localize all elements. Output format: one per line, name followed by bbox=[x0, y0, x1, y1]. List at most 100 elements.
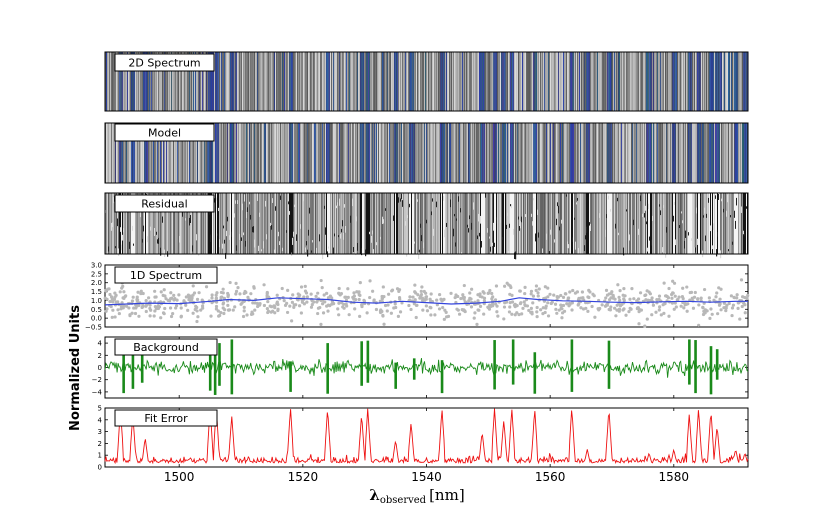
spectrum-point bbox=[315, 300, 319, 304]
spectrum-point bbox=[122, 296, 126, 300]
spectrum-point bbox=[210, 293, 214, 297]
background-spike bbox=[694, 340, 697, 394]
spectrum-point bbox=[482, 296, 487, 300]
spectrum-point bbox=[632, 297, 636, 301]
x-axis-label: λobserved [nm] bbox=[369, 486, 464, 506]
spectrum-point bbox=[510, 293, 514, 298]
spectrum-point bbox=[184, 295, 188, 299]
spectrum-point bbox=[462, 283, 466, 288]
spectrum-point bbox=[461, 295, 465, 300]
spectrum-point bbox=[637, 322, 641, 326]
spectrum-point bbox=[379, 308, 383, 312]
spectrum-point bbox=[437, 307, 442, 311]
spectrum-point bbox=[611, 295, 615, 299]
spectrum-point bbox=[319, 278, 323, 283]
spectrum-point bbox=[541, 306, 545, 310]
spectrum-point bbox=[570, 308, 574, 312]
y-tick-label: 4 bbox=[98, 416, 103, 424]
spectrum-point bbox=[297, 304, 302, 308]
spectrum-point bbox=[360, 303, 364, 307]
spectrum-point bbox=[153, 289, 157, 293]
spectrum-point bbox=[510, 312, 514, 316]
spectrum-point bbox=[291, 293, 295, 297]
spectrum-point bbox=[616, 283, 620, 287]
spectrum-point bbox=[580, 290, 585, 294]
spectrum-point bbox=[424, 304, 428, 308]
spectrum-point bbox=[355, 290, 359, 294]
spectrum-point bbox=[290, 319, 294, 323]
label-model: Model bbox=[148, 127, 181, 140]
spectrum-point bbox=[226, 294, 230, 298]
label-box-2d-spectrum: 2D Spectrum bbox=[114, 53, 215, 72]
spectrum-point bbox=[609, 305, 613, 309]
spectrum-point bbox=[341, 305, 345, 309]
spectrum-point bbox=[179, 306, 183, 310]
background-spike bbox=[326, 343, 329, 394]
x-axis-label-unit: [nm] bbox=[429, 486, 465, 504]
spectrum-point bbox=[314, 294, 318, 298]
background-spike bbox=[688, 339, 691, 385]
spectrum-point bbox=[600, 303, 604, 307]
spectrum-point bbox=[429, 306, 433, 310]
spectrum-point bbox=[159, 290, 163, 294]
spectrum-point bbox=[429, 292, 433, 296]
spectrum-point bbox=[648, 292, 652, 296]
spectrum-point bbox=[414, 315, 418, 320]
spectrum-point bbox=[562, 309, 567, 313]
spectrum-point bbox=[482, 312, 486, 316]
spectrum-point bbox=[697, 323, 701, 327]
spectrum-point bbox=[419, 289, 423, 293]
spectrum-point bbox=[472, 316, 476, 320]
spectrum-point bbox=[576, 303, 580, 307]
spectrum-point bbox=[268, 304, 272, 308]
spectrum-point bbox=[442, 317, 446, 321]
spectrum-point bbox=[222, 311, 226, 316]
spectrum-point bbox=[372, 298, 376, 302]
spectrum-point bbox=[210, 296, 214, 300]
spectrum-point bbox=[491, 295, 495, 299]
spectrum-point bbox=[515, 311, 519, 315]
spectrum-point bbox=[337, 301, 341, 305]
spectrum-point bbox=[113, 291, 117, 295]
spectrum-point bbox=[685, 285, 689, 289]
spectrum-point bbox=[189, 294, 193, 298]
spectrum-point bbox=[419, 292, 424, 297]
spectrum-point bbox=[234, 289, 239, 294]
spectrum-point bbox=[413, 290, 417, 294]
spectrum-point bbox=[478, 294, 482, 298]
spectrum-point bbox=[702, 309, 706, 313]
spectrum-point bbox=[727, 301, 731, 306]
spectrum-point bbox=[564, 292, 568, 296]
spectrum-point bbox=[174, 304, 179, 308]
spectrum-point bbox=[153, 309, 157, 313]
spectrum-point bbox=[522, 300, 526, 304]
spectrum-point bbox=[714, 295, 718, 299]
spectrum-point bbox=[709, 307, 713, 311]
spectrum-point bbox=[227, 308, 231, 312]
spectrum-point bbox=[322, 293, 326, 297]
spectrum-point bbox=[743, 303, 747, 307]
spectrum-point bbox=[425, 309, 430, 313]
spectrum-point bbox=[672, 281, 677, 285]
spectrum-point bbox=[708, 316, 712, 320]
spectrum-point bbox=[204, 285, 209, 289]
spectrum-point bbox=[421, 297, 425, 301]
background-spike bbox=[607, 340, 611, 389]
spectrum-point bbox=[409, 307, 413, 312]
spectrum-point bbox=[561, 295, 566, 299]
spectrum-point bbox=[531, 301, 535, 305]
spectrum-point bbox=[148, 306, 152, 311]
label-box-fit-error: Fit Error bbox=[114, 409, 218, 427]
spectrum-point bbox=[557, 308, 561, 312]
spectrum-point bbox=[336, 307, 340, 311]
spectrum-point bbox=[546, 301, 550, 305]
y-tick-label: 5 bbox=[98, 405, 102, 413]
spectrum-point bbox=[666, 296, 671, 300]
spectrum-point bbox=[294, 303, 298, 307]
spectrum-point bbox=[469, 297, 473, 301]
spectrum-point bbox=[421, 308, 425, 312]
spectrum-point bbox=[740, 304, 744, 309]
background-spike bbox=[230, 339, 234, 395]
spectrum-point bbox=[657, 308, 661, 312]
spectrum-point bbox=[618, 298, 622, 302]
